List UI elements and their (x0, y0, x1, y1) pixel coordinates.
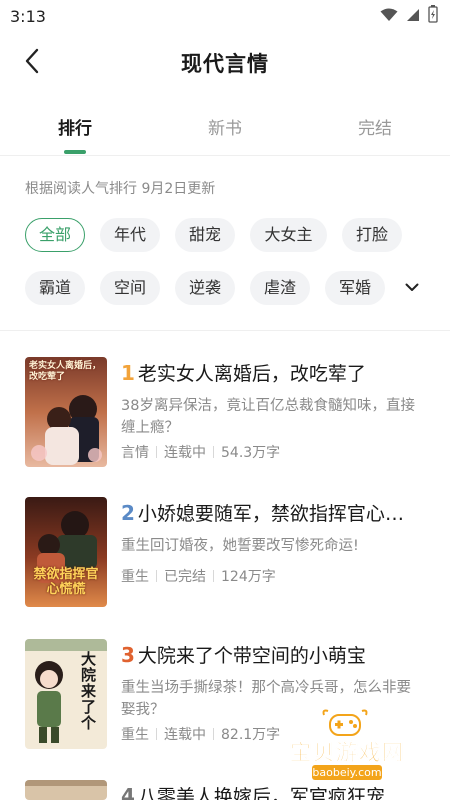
filter-chip[interactable]: 打脸 (342, 218, 402, 252)
filter-chip[interactable]: 霸道 (25, 271, 85, 305)
book-status: 连载中 (164, 445, 206, 461)
book-category: 重生 (121, 727, 149, 743)
book-description: 重生回订婚夜，她誓要改写惨死命运! (121, 538, 359, 554)
book-list-item[interactable]: 老实女人离婚后，改吃荤了 1 老实女人离婚后，改吃荤了 38岁离异保洁，竟让百亿总… (0, 357, 450, 475)
rank-number: 3 (121, 643, 135, 667)
book-title: 小娇媳要随军，禁欲指挥官心慌慌 (137, 503, 421, 525)
filter-chip[interactable]: 逆袭 (175, 271, 235, 305)
battery-icon (428, 5, 438, 27)
cover-title: 大院来了个 (81, 650, 97, 732)
chevron-down-icon (405, 277, 419, 296)
watermark-url: baobeiy.com (312, 765, 382, 780)
filter-chip[interactable]: 年代 (100, 218, 160, 252)
tab-new-books[interactable]: 新书 (208, 114, 242, 139)
cellular-signal-icon (406, 7, 420, 26)
book-cover: 大院来了个 (25, 639, 107, 749)
rank-number: 2 (121, 501, 135, 525)
book-meta: 重生 已完结 124万字 (121, 566, 276, 586)
rank-number: 4 (121, 784, 135, 800)
book-word-count: 54.3万字 (221, 445, 281, 461)
cover-title: 禁欲指挥官心慌慌 (33, 567, 99, 597)
book-cover: 禁欲指挥官心慌慌 (25, 497, 107, 607)
back-button[interactable] (18, 48, 46, 78)
filter-chip[interactable]: 空间 (100, 271, 160, 305)
site-watermark: 宝贝游戏网 baobeiy.com (272, 705, 422, 795)
wifi-icon (380, 7, 398, 26)
book-title: 老实女人离婚后，改吃荤了 (137, 363, 366, 385)
book-cover: 老实女人离婚后，改吃荤了 (25, 357, 107, 467)
book-title-line: 1 老实女人离婚后，改吃荤了 (121, 359, 421, 386)
section-divider (0, 330, 450, 331)
meta-divider (156, 728, 157, 740)
status-time: 3:13 (10, 6, 46, 26)
chevron-left-icon (24, 48, 40, 78)
book-title-line: 2 小娇媳要随军，禁欲指挥官心慌慌 (121, 499, 421, 526)
book-description: 38岁离异保洁，竟让百亿总裁食髓知味，直接缠上瘾？ (121, 398, 415, 436)
book-category: 言情 (121, 445, 149, 461)
page-title: 现代言情 (181, 52, 269, 76)
book-category: 重生 (121, 569, 149, 585)
book-list-item[interactable]: 禁欲指挥官心慌慌 2 小娇媳要随军，禁欲指挥官心慌慌 重生回订婚夜，她誓要改写惨死… (0, 497, 450, 615)
ranking-update-note: 根据阅读人气排行 9月2日更新 (25, 181, 216, 197)
book-meta: 言情 连载中 54.3万字 (121, 442, 280, 462)
expand-filters-button[interactable] (400, 276, 424, 296)
book-title: 大院来了个带空间的小萌宝 (137, 645, 366, 667)
filter-chip[interactable]: 大女主 (250, 218, 327, 252)
status-icons (380, 5, 438, 27)
status-bar: 3:13 (0, 0, 450, 32)
active-tab-indicator (64, 150, 86, 154)
filter-chip[interactable]: 军婚 (325, 271, 385, 305)
book-status: 连载中 (164, 727, 206, 743)
tab-completed[interactable]: 完结 (358, 114, 392, 139)
watermark-text: 宝贝游戏网 (289, 741, 405, 767)
book-cover (25, 780, 107, 800)
book-word-count: 124万字 (221, 569, 276, 585)
meta-divider (156, 570, 157, 582)
book-status: 已完结 (164, 569, 206, 585)
tab-bar: 排行 新书 完结 (0, 100, 450, 156)
cover-title: 老实女人离婚后，改吃荤了 (29, 361, 102, 382)
meta-divider (156, 446, 157, 458)
meta-divider (213, 728, 214, 740)
filter-chip[interactable]: 虐渣 (250, 271, 310, 305)
meta-divider (213, 570, 214, 582)
rank-number: 1 (121, 361, 135, 385)
filter-chip[interactable]: 甜宠 (175, 218, 235, 252)
top-app-bar: 现代言情 (0, 40, 450, 86)
book-title-line: 3 大院来了个带空间的小萌宝 (121, 641, 421, 668)
book-meta: 重生 连载中 82.1万字 (121, 724, 280, 744)
filter-chip-all[interactable]: 全部 (25, 218, 85, 252)
meta-divider (213, 446, 214, 458)
tab-ranking[interactable]: 排行 (58, 114, 92, 139)
